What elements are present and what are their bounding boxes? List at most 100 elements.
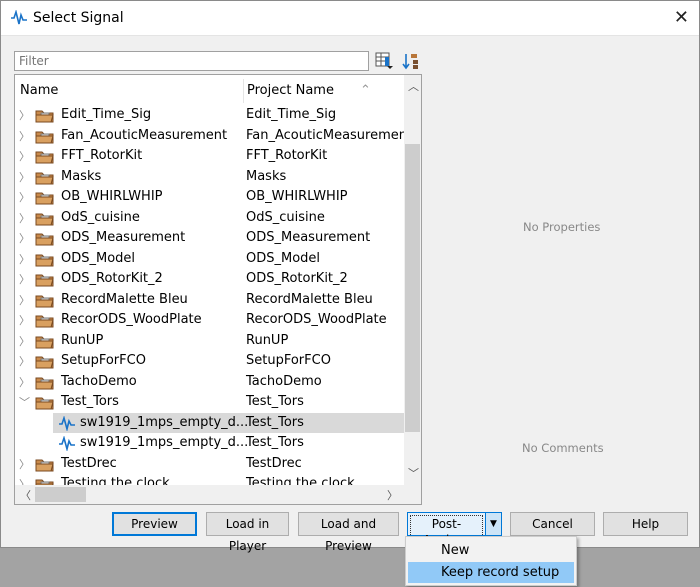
tree-project-row[interactable]: 〉 RecorODS_WoodPlate RecorODS_WoodPlate	[15, 310, 404, 331]
properties-placeholder: No Properties	[523, 220, 601, 234]
load-and-preview-button[interactable]: Load and Preview	[298, 512, 399, 553]
row-project: Test_Tors	[246, 394, 304, 409]
row-name: Masks	[61, 168, 102, 184]
chevron-right-icon[interactable]: 〉	[19, 128, 30, 144]
sort-ascending-icon: ⌃	[360, 83, 371, 98]
row-project: TestDrec	[246, 455, 302, 471]
row-name: sw1919_1mps_empty_d...	[80, 435, 249, 450]
tree-project-row[interactable]: 〉 SetupForFCO SetupForFCO	[15, 351, 404, 372]
column-header-name[interactable]: Name	[20, 83, 58, 98]
scroll-up-icon[interactable]: ︿	[408, 78, 419, 94]
chevron-right-icon[interactable]: 〉	[19, 456, 30, 472]
column-header-project[interactable]: Project Name	[247, 83, 334, 98]
project-folder-icon	[35, 395, 55, 414]
chevron-right-icon[interactable]: 〉	[19, 312, 30, 328]
chevron-right-icon[interactable]: 〉	[19, 169, 30, 185]
project-folder-icon	[35, 190, 55, 209]
title-bar: Select Signal ✕	[1, 1, 699, 36]
row-project: SetupForFCO	[246, 353, 331, 368]
scroll-right-icon[interactable]: 〉	[387, 487, 398, 503]
row-name: OdS_cuisine	[61, 209, 140, 225]
row-project: ODS_Measurement	[246, 230, 371, 245]
vertical-scroll-thumb[interactable]	[405, 144, 420, 432]
post-analyze-dropdown-arrow[interactable]: ▼	[485, 512, 502, 536]
chevron-right-icon[interactable]: 〉	[19, 333, 30, 349]
row-name: ODS_Measurement	[61, 230, 186, 245]
sort-tree-icon[interactable]	[402, 52, 420, 70]
row-project: Masks	[246, 168, 287, 184]
window-title: Select Signal	[33, 10, 124, 26]
row-name: OB_WHIRLWHIP	[61, 189, 163, 204]
row-project: TachoDemo	[246, 373, 322, 389]
signal-wave-icon	[59, 435, 75, 455]
signal-wave-icon	[59, 414, 75, 435]
signal-tree[interactable]: Name Project Name ⌃ 〉 Edit_Time_Sig Edit_T…	[14, 74, 422, 505]
tree-project-row[interactable]: 〉 Masks Masks	[15, 167, 404, 188]
tree-signal-row[interactable]: sw1919_1mps_empty_d... Test_Tors	[53, 412, 404, 435]
column-chooser-icon[interactable]	[375, 52, 393, 70]
vertical-scrollbar[interactable]: ︿ ﹀	[404, 75, 421, 485]
project-folder-icon	[35, 477, 55, 485]
tree-project-row[interactable]: ﹀ Test_Tors Test_Tors	[15, 392, 404, 413]
chevron-right-icon[interactable]: 〉	[19, 210, 30, 226]
close-button[interactable]: ✕	[674, 7, 689, 28]
tree-project-row[interactable]: 〉 FFT_RotorKit FFT_RotorKit	[15, 146, 404, 167]
chevron-right-icon[interactable]: 〉	[19, 251, 30, 267]
chevron-right-icon[interactable]: 〉	[19, 189, 30, 205]
chevron-down-icon[interactable]: ﹀	[19, 394, 30, 410]
row-project: Testing the clock	[246, 476, 355, 485]
row-project: RunUP	[246, 332, 289, 348]
tree-signal-row[interactable]: sw1919_1mps_empty_d... Test_Tors	[15, 433, 404, 454]
post-analyze-button[interactable]: Post-Analyze	[407, 512, 486, 549]
menu-item-new[interactable]: New	[408, 540, 574, 561]
tree-project-row[interactable]: 〉 TestDrec TestDrec	[15, 454, 404, 475]
tree-project-row[interactable]: 〉 RunUP RunUP	[15, 331, 404, 352]
row-project: RecorODS_WoodPlate	[246, 312, 387, 327]
tree-project-row[interactable]: 〉 Fan_AcouticMeasurement Fan_AcouticMeasur…	[15, 126, 404, 147]
horizontal-scrollbar[interactable]: 〈 〉	[15, 485, 404, 504]
project-folder-icon	[35, 354, 55, 373]
tree-project-row[interactable]: 〉 ODS_Measurement ODS_Measurement	[15, 228, 404, 249]
tree-rows: 〉 Edit_Time_Sig Edit_Time_Sig 〉 Fan_AcouticM…	[15, 105, 404, 485]
post-analyze-menu: New Keep record setup	[405, 536, 577, 586]
row-project: OB_WHIRLWHIP	[246, 189, 348, 204]
chevron-right-icon[interactable]: 〉	[19, 353, 30, 369]
row-project: ODS_RotorKit_2	[246, 271, 348, 286]
comments-placeholder: No Comments	[522, 441, 604, 455]
tree-project-row[interactable]: 〉 ODS_Model ODS_Model	[15, 249, 404, 270]
tree-project-row[interactable]: 〉 OB_WHIRLWHIP OB_WHIRLWHIP	[15, 187, 404, 208]
cancel-button[interactable]: Cancel	[510, 512, 595, 536]
tree-project-row[interactable]: 〉 Edit_Time_Sig Edit_Time_Sig	[15, 105, 404, 126]
row-name: sw1919_1mps_empty_d...	[80, 414, 249, 430]
row-name: TestDrec	[61, 455, 117, 471]
preview-button[interactable]: Preview	[112, 512, 197, 536]
tree-project-row[interactable]: 〉 TachoDemo TachoDemo	[15, 372, 404, 393]
scroll-down-icon[interactable]: ﹀	[408, 465, 419, 481]
chevron-right-icon[interactable]: 〉	[19, 230, 30, 246]
row-project: Test_Tors	[246, 435, 304, 450]
project-folder-icon	[35, 170, 55, 189]
chevron-right-icon[interactable]: 〉	[19, 476, 30, 485]
project-folder-icon	[35, 149, 55, 168]
chevron-right-icon[interactable]: 〉	[19, 148, 30, 164]
load-in-player-button[interactable]: Load in Player	[206, 512, 289, 553]
scroll-left-icon[interactable]: 〈	[20, 487, 31, 503]
chevron-right-icon[interactable]: 〉	[19, 292, 30, 308]
chevron-right-icon[interactable]: 〉	[19, 271, 30, 287]
horizontal-scroll-thumb[interactable]	[35, 487, 86, 502]
tree-project-row[interactable]: 〉 ODS_RotorKit_2 ODS_RotorKit_2	[15, 269, 404, 290]
filter-input[interactable]	[14, 51, 369, 71]
tree-header: Name Project Name ⌃	[15, 75, 404, 105]
chevron-right-icon[interactable]: 〉	[19, 107, 30, 123]
tree-project-row[interactable]: 〉 RecordMalette Bleu RecordMalette Bleu	[15, 290, 404, 311]
row-name: RecordMalette Bleu	[61, 291, 188, 307]
menu-item-keep-record-setup[interactable]: Keep record setup	[408, 562, 574, 583]
row-project: Edit_Time_Sig	[246, 107, 337, 122]
project-folder-icon	[35, 252, 55, 271]
signal-wave-icon	[11, 10, 27, 25]
tree-project-row[interactable]: 〉 Testing the clock Testing the clock	[15, 474, 404, 485]
tree-project-row[interactable]: 〉 OdS_cuisine OdS_cuisine	[15, 208, 404, 229]
help-button[interactable]: Help	[603, 512, 688, 536]
project-folder-icon	[35, 293, 55, 312]
chevron-right-icon[interactable]: 〉	[19, 374, 30, 390]
